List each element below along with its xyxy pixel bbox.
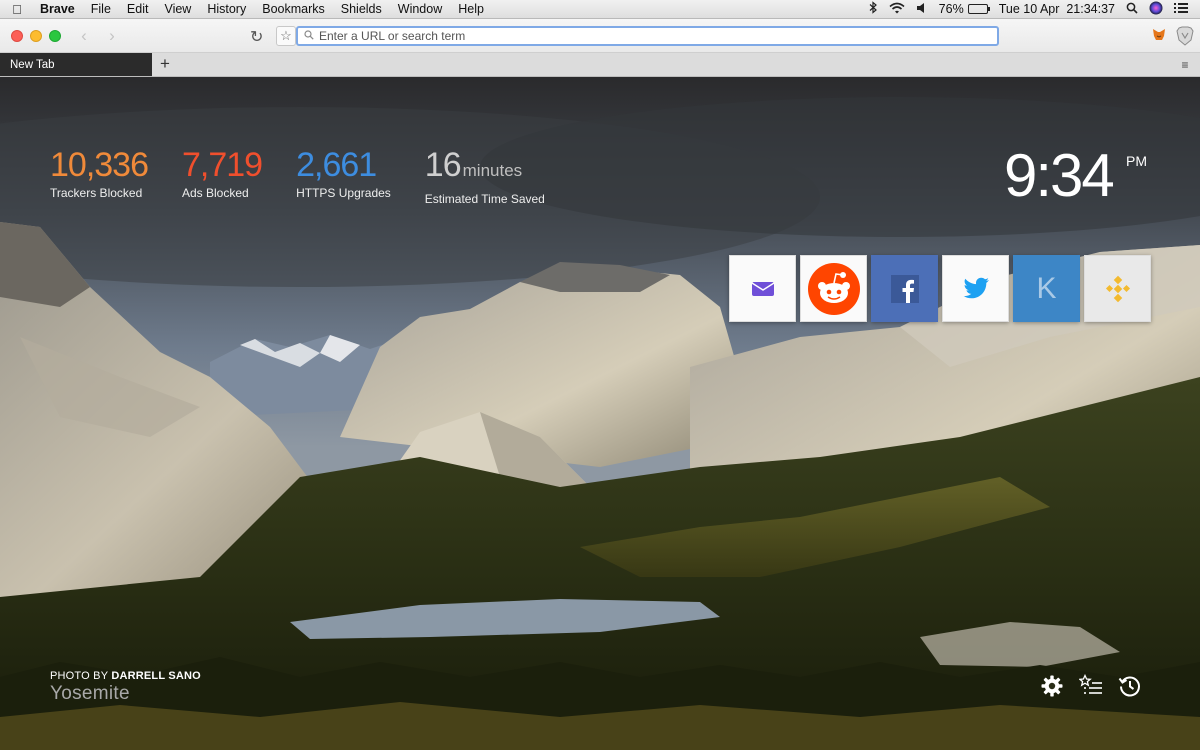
photo-credit-prefix: PHOTO BY [50,670,112,682]
photographer-name: DARRELL SANO [111,670,201,682]
binance-icon [1105,275,1130,302]
menu-edit[interactable]: Edit [119,2,157,16]
top-site-yahoo-mail[interactable] [729,255,796,322]
https-upgrades-label: HTTPS Upgrades [296,186,391,200]
history-clock-icon[interactable] [1118,674,1142,698]
bookmark-star-icon[interactable]: ☆ [276,26,296,46]
top-sites: K [729,255,1151,322]
back-button[interactable]: ‹ [70,26,98,46]
time-saved-unit: minutes [462,161,523,180]
photo-location: Yosemite [50,683,130,704]
menubar-clock[interactable]: Tue 10 Apr 21:34:37 [999,2,1115,16]
menubar-status-area: 76% Tue 10 Apr 21:34:37 [868,1,1200,18]
trackers-blocked-label: Trackers Blocked [50,186,143,200]
browser-toolbar: ‹ › ↻ ☆ [0,19,1200,53]
new-tab-clock: 9:34 [1004,142,1115,209]
time-saved-number: 16 [424,146,462,184]
url-bar[interactable] [296,26,999,46]
tab-new-tab[interactable]: New Tab [0,53,152,76]
photo-credit: PHOTO BY DARRELL SANO Yosemite [50,670,201,705]
https-upgrades-count: 2,661 [296,146,377,184]
new-tab-page: 10,336 Trackers Blocked 7,719 Ads Blocke… [0,77,1200,750]
menu-window[interactable]: Window [390,2,450,16]
forward-button[interactable]: › [98,26,126,46]
new-tab-button[interactable]: + [152,53,178,76]
top-site-twitter[interactable] [942,255,1009,322]
ads-blocked-label: Ads Blocked [182,186,249,200]
twitter-icon [963,277,989,298]
facebook-icon [890,274,919,303]
bluetooth-icon[interactable] [868,1,878,17]
menu-bookmarks[interactable]: Bookmarks [254,2,333,16]
zoom-window-button[interactable] [49,29,61,42]
tab-strip: New Tab + ≡ [0,53,1200,77]
menu-file[interactable]: File [83,2,119,16]
macos-menu-bar:  Brave File Edit View History Bookmarks… [0,0,1200,19]
privacy-stats: 10,336 Trackers Blocked 7,719 Ads Blocke… [50,145,545,206]
menu-app-name[interactable]: Brave [34,2,83,16]
minimize-window-button[interactable] [30,29,42,42]
spotlight-search-icon[interactable] [1126,2,1138,17]
top-site-k[interactable]: K [1013,255,1080,322]
menu-view[interactable]: View [156,2,199,16]
top-site-binance[interactable] [1084,255,1151,322]
battery-status[interactable]: 76% [938,2,990,16]
new-tab-tools [1040,673,1142,698]
ads-blocked-count: 7,719 [182,146,263,184]
reload-button[interactable]: ↻ [250,27,263,47]
volume-icon[interactable] [916,2,928,17]
battery-icon [967,4,990,14]
menu-shields[interactable]: Shields [333,2,390,16]
stat-time-saved: 16 minutes Estimated Time Saved [425,145,545,206]
time-saved-label: Estimated Time Saved [424,192,545,206]
notification-center-icon[interactable] [1174,2,1188,17]
stat-https-upgrades: 2,661 HTTPS Upgrades [296,145,391,206]
mail-icon [751,281,774,296]
brave-shields-button[interactable] [1176,26,1194,46]
top-site-facebook[interactable] [871,255,938,322]
photo-credit-line: PHOTO BY DARRELL SANO [50,670,201,682]
bookmarks-list-icon[interactable] [1078,673,1103,698]
battery-percent: 76% [938,2,964,16]
menu-history[interactable]: History [199,2,254,16]
stat-trackers-blocked: 10,336 Trackers Blocked [50,145,149,206]
time-saved-value: 16 minutes [425,145,545,191]
metamask-extension-icon[interactable] [1152,28,1166,44]
wifi-icon[interactable] [889,2,905,17]
siri-icon[interactable] [1149,1,1163,18]
apple-icon[interactable]:  [0,2,34,17]
top-site-reddit[interactable] [800,255,867,322]
tab-menu-button[interactable]: ≡ [1170,53,1200,76]
menu-help[interactable]: Help [450,2,492,16]
settings-gear-icon[interactable] [1040,674,1064,698]
clock-ampm: PM [1126,153,1147,169]
search-icon [304,29,314,43]
reddit-icon [807,262,860,315]
trackers-blocked-count: 10,336 [50,146,149,184]
url-input[interactable] [319,29,979,43]
stat-ads-blocked: 7,719 Ads Blocked [182,145,263,206]
close-window-button[interactable] [11,29,23,42]
window-controls [0,29,70,42]
k-site-letter: K [1036,271,1057,305]
